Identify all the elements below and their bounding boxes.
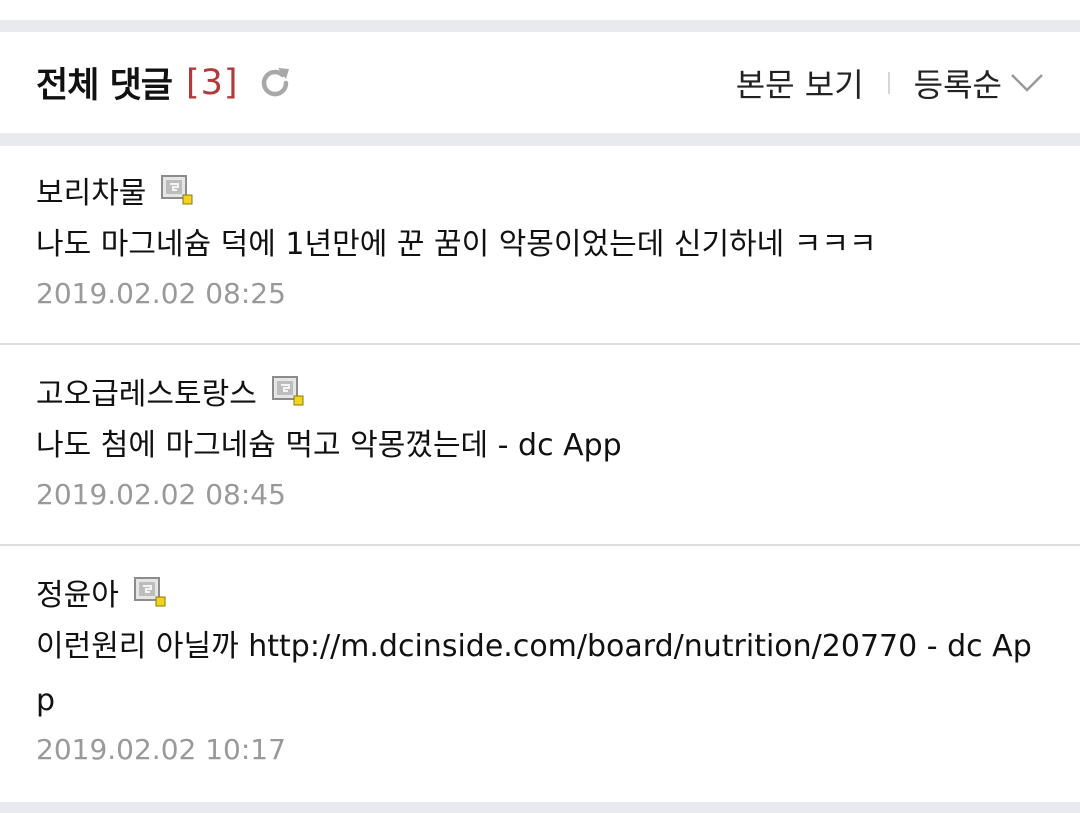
comment-item: 보리차물 나도 마그네슘 덕에 1년만에 꾼 꿈이 악몽이었는데 신기하네 ㅋㅋ…	[0, 146, 1080, 345]
gallog-icon[interactable]	[160, 174, 194, 206]
comments-header: 전체 댓글 [3] 본문 보기 등록순	[0, 32, 1080, 133]
header-left: 전체 댓글 [3]	[36, 57, 295, 108]
comment-item: 고오급레스토랑스 나도 첨에 마그네슘 먹고 악몽꼈는데 - dc App 20…	[0, 345, 1080, 546]
top-band	[0, 0, 1080, 20]
comments-title: 전체 댓글	[36, 66, 173, 106]
chevron-down-icon	[1010, 71, 1046, 95]
section-gap	[0, 133, 1080, 146]
comment-content: 나도 마그네슘 덕에 1년만에 꾼 꿈이 악몽이었는데 신기하네 ㅋㅋㅋ	[36, 227, 877, 262]
sort-label: 등록순	[913, 65, 1002, 104]
comment-date: 2019.02.02 08:45	[36, 478, 286, 511]
comment-content: 나도 첨에 마그네슘 먹고 악몽꼈는데 - dc App	[36, 428, 622, 463]
comment-author-row: 정윤아	[36, 570, 1044, 614]
header-right: 본문 보기 등록순	[736, 60, 1046, 106]
comment-count: [3]	[186, 62, 239, 103]
comment-item: 정윤아 이런원리 아닐까 http://m.dcinside.com/board…	[0, 546, 1080, 802]
gallog-icon[interactable]	[271, 375, 305, 407]
gallog-icon[interactable]	[133, 576, 167, 608]
view-body-link[interactable]: 본문 보기	[736, 60, 864, 106]
comment-author[interactable]: 정윤아	[36, 570, 119, 614]
refresh-icon[interactable]	[255, 63, 295, 103]
comment-date: 2019.02.02 10:17	[36, 733, 286, 766]
comment-date: 2019.02.02 08:25	[36, 277, 286, 310]
sort-dropdown[interactable]: 등록순	[914, 60, 1046, 106]
comment-author-row: 보리차물	[36, 168, 1044, 212]
section-gap	[0, 802, 1080, 813]
comment-author[interactable]: 고오급레스토랑스	[36, 369, 257, 413]
comment-author[interactable]: 보리차물	[36, 168, 146, 212]
section-gap	[0, 20, 1080, 32]
header-divider	[887, 71, 890, 94]
comment-list: 보리차물 나도 마그네슘 덕에 1년만에 꾼 꿈이 악몽이었는데 신기하네 ㅋㅋ…	[0, 146, 1080, 802]
comment-author-row: 고오급레스토랑스	[36, 369, 1044, 413]
comment-content: 이런원리 아닐까 http://m.dcinside.com/board/nut…	[36, 629, 1032, 718]
